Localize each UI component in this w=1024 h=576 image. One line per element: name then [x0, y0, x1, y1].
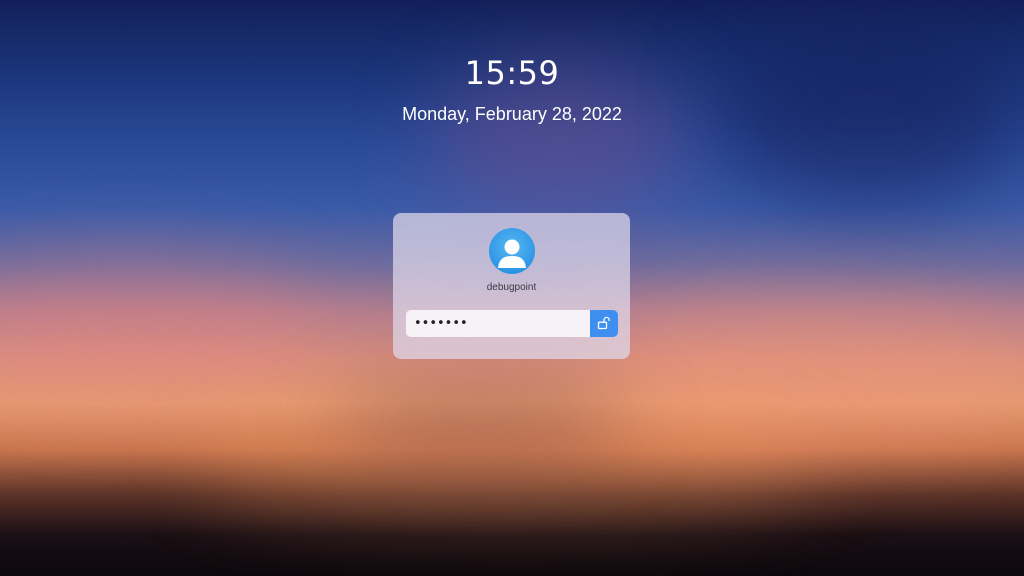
- lock-screen: 15:59 Monday, February 28, 2022 debugpoi…: [0, 0, 1024, 576]
- background-glow: [600, 300, 1020, 450]
- background-glow: [0, 260, 320, 400]
- clock: 15:59: [464, 54, 560, 92]
- user-avatar-icon[interactable]: [489, 228, 535, 274]
- unlock-button[interactable]: [590, 310, 618, 337]
- password-row: [406, 310, 618, 337]
- background-glow: [330, 380, 630, 460]
- login-card: debugpoint: [393, 213, 630, 359]
- date-label: Monday, February 28, 2022: [402, 104, 622, 124]
- username-label: debugpoint: [486, 282, 537, 293]
- password-field[interactable]: [406, 310, 592, 337]
- background-glow: [200, 420, 820, 510]
